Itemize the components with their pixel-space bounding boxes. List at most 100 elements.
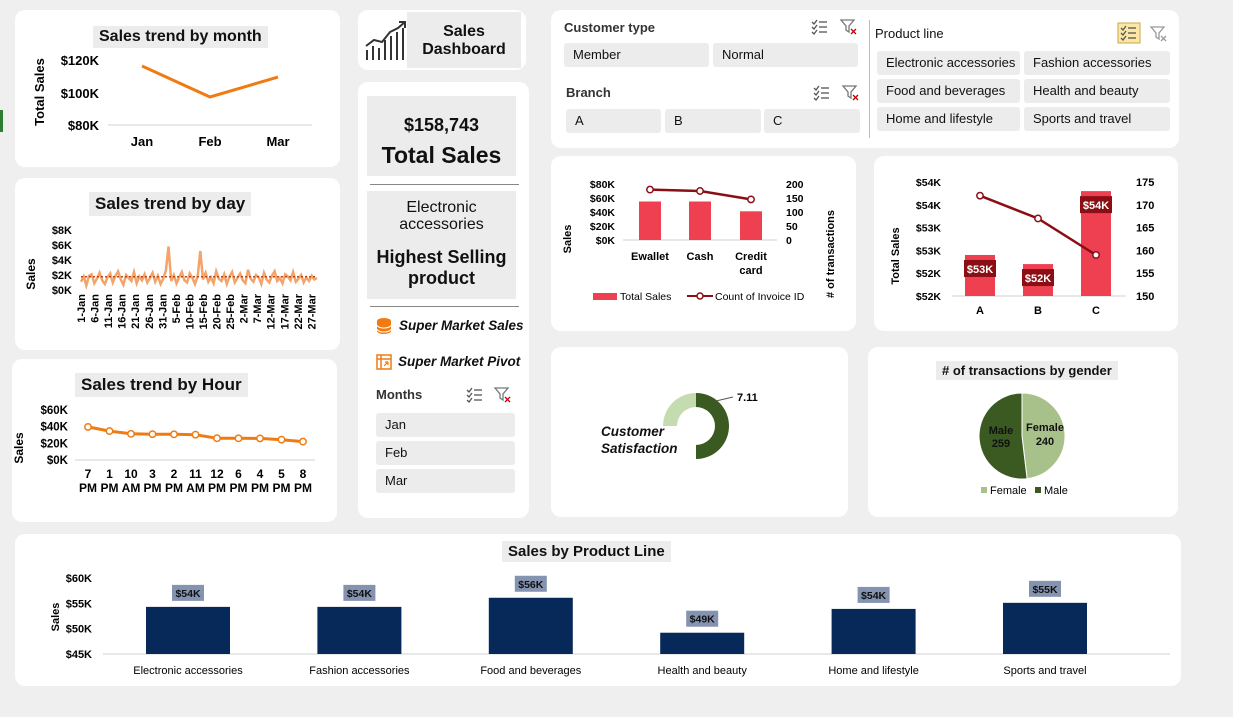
data-point — [277, 435, 286, 444]
slicer-item-sports-and-travel[interactable]: Sports and travel — [1024, 107, 1170, 131]
y2-tick-label: 165 — [1136, 223, 1154, 235]
x-tick-label: PM — [208, 481, 226, 495]
y-tick-label: $120K — [61, 53, 100, 68]
satisfaction-card: 7.11 Customer Satisfaction — [551, 347, 848, 517]
hour-line-chart: Sales$60K$40K$20K$0K7PM1PM10AM3PM2PM11AM… — [12, 405, 315, 495]
legend-marker — [696, 292, 704, 300]
sheet-edge-marker — [0, 110, 3, 132]
y-tick-label: $0K — [596, 235, 616, 247]
data-label: $52K — [1025, 273, 1051, 285]
x-tick-label: 31-Jan — [157, 294, 169, 329]
y2-tick-label: 150 — [786, 193, 804, 205]
product-bar — [317, 606, 402, 654]
y-tick-label: $52K — [916, 291, 942, 303]
x-tick-label: 20-Feb — [212, 294, 224, 330]
x-tick-label: 10-Feb — [184, 294, 196, 330]
y2-tick-label: 175 — [1136, 177, 1154, 189]
x-tick-label: 4 — [257, 467, 264, 481]
growth-chart-icon — [365, 21, 406, 60]
slicer-item-electronic-accessories[interactable]: Electronic accessories — [877, 51, 1020, 75]
slicer-item-months-feb[interactable]: Feb — [376, 441, 515, 465]
payment-combo-chart: Sales # of transactions $80K $60K $40K $20K $0… — [562, 179, 837, 303]
slicer-item-branch-a[interactable]: A — [566, 109, 661, 133]
legend-swatch-female — [981, 487, 987, 493]
satisfaction-score-arc — [696, 393, 729, 459]
multi-select-icon[interactable] — [1117, 22, 1141, 44]
pivot-table-icon — [376, 354, 392, 370]
x-tick-label: Feb — [198, 134, 221, 149]
satisfaction-remaining-arc — [663, 393, 696, 426]
clear-filter-icon[interactable] — [1149, 25, 1169, 43]
slicer-item-member[interactable]: Member — [564, 43, 709, 67]
x-tick-label: Fashion accessories — [309, 665, 410, 677]
branch-combo-chart: Total Sales $54K $54K $53K $53K $52K $52K 175 17… — [890, 177, 1154, 317]
x-tick-label: PM — [251, 481, 269, 495]
kpi-divider — [370, 306, 519, 307]
clear-filter-icon[interactable] — [839, 18, 859, 36]
x-tick-label: 7 — [85, 467, 92, 481]
x-tick-label: 1-Jan — [76, 294, 88, 323]
slicer-item-normal[interactable]: Normal — [713, 43, 858, 67]
y-axis-title: Total Sales — [890, 227, 902, 284]
database-icon — [376, 318, 392, 334]
data-point — [976, 191, 984, 200]
y-tick-label: $60K — [41, 405, 69, 417]
y2-tick-label: 200 — [786, 179, 804, 191]
y-tick-label: $20K — [41, 438, 69, 450]
y-axis-title: Sales — [12, 432, 26, 464]
x-tick-label: PM — [273, 481, 291, 495]
x-tick-label: 16-Jan — [117, 294, 129, 329]
slicer-item-branch-c[interactable]: C — [764, 109, 860, 133]
total-sales-value: $158,743 — [403, 115, 480, 135]
x-tick-label: PM — [230, 481, 248, 495]
slicer-item-months-mar[interactable]: Mar — [376, 469, 515, 493]
x-tick-label: 1 — [106, 467, 113, 481]
y-tick-label: $100K — [61, 86, 100, 101]
slicer-item-food-and-beverages[interactable]: Food and beverages — [877, 79, 1020, 103]
slicer-item-months-jan[interactable]: Jan — [376, 413, 515, 437]
data-point — [84, 422, 92, 431]
y2-tick-label: 50 — [786, 221, 798, 233]
daily-sales-line — [79, 246, 318, 291]
branch-card: Total Sales $54K $54K $53K $53K $52K $52K 175 17… — [874, 156, 1178, 331]
slicer-item-fashion-accessories[interactable]: Fashion accessories — [1024, 51, 1170, 75]
x-tick-label: 8 — [300, 467, 307, 481]
multi-select-icon[interactable] — [812, 84, 832, 102]
y-axis-title: Sales — [50, 603, 62, 632]
multi-select-icon[interactable] — [465, 386, 485, 404]
slicer-item-home-and-lifestyle[interactable]: Home and lifestyle — [877, 107, 1020, 131]
x-tick-label: 11-Jan — [103, 294, 115, 329]
sales-bar — [689, 201, 711, 240]
clear-filter-icon[interactable] — [493, 386, 513, 404]
clear-filter-icon[interactable] — [841, 84, 861, 102]
branch-slicer-title: Branch — [566, 85, 611, 100]
x-tick-label: 22-Mar — [293, 293, 305, 329]
x-tick-label: 2 — [171, 467, 178, 481]
data-label: 7.11 — [737, 392, 758, 404]
payment-method-card: Sales # of transactions $80K $60K $40K $20K $0… — [551, 156, 856, 331]
slicer-item-health-and-beauty[interactable]: Health and beauty — [1024, 79, 1170, 103]
y2-tick-label: 150 — [1136, 291, 1154, 303]
y-axis-title: Total Sales — [32, 58, 47, 126]
filter-panel: Customer type Member Normal Branch A B C… — [551, 10, 1179, 148]
y-tick-label: $50K — [66, 624, 92, 636]
multi-select-icon[interactable] — [810, 18, 830, 36]
slicer-item-branch-b[interactable]: B — [665, 109, 761, 133]
data-label: $55K — [1032, 584, 1058, 596]
data-point — [1092, 251, 1100, 259]
top-product-value: Electronic accessories — [399, 199, 484, 233]
x-tick-label: PM — [144, 481, 162, 495]
y-tick-label: $40K — [590, 207, 616, 219]
data-point — [191, 430, 200, 439]
y-tick-label: $0K — [47, 455, 69, 467]
y2-tick-label: 0 — [786, 235, 792, 247]
x-tick-label: Mar — [266, 134, 289, 149]
x-tick-label: card — [739, 265, 762, 277]
x-tick-label: 17-Mar — [279, 293, 291, 329]
x-tick-label: A — [976, 305, 984, 317]
x-tick-label: C — [1092, 305, 1100, 317]
y-tick-label: $53K — [916, 223, 942, 235]
x-tick-label: 15-Feb — [198, 294, 210, 330]
gender-card: # of transactions by gender Male 259 Femal… — [868, 347, 1178, 517]
y-tick-label: $40K — [41, 422, 69, 434]
